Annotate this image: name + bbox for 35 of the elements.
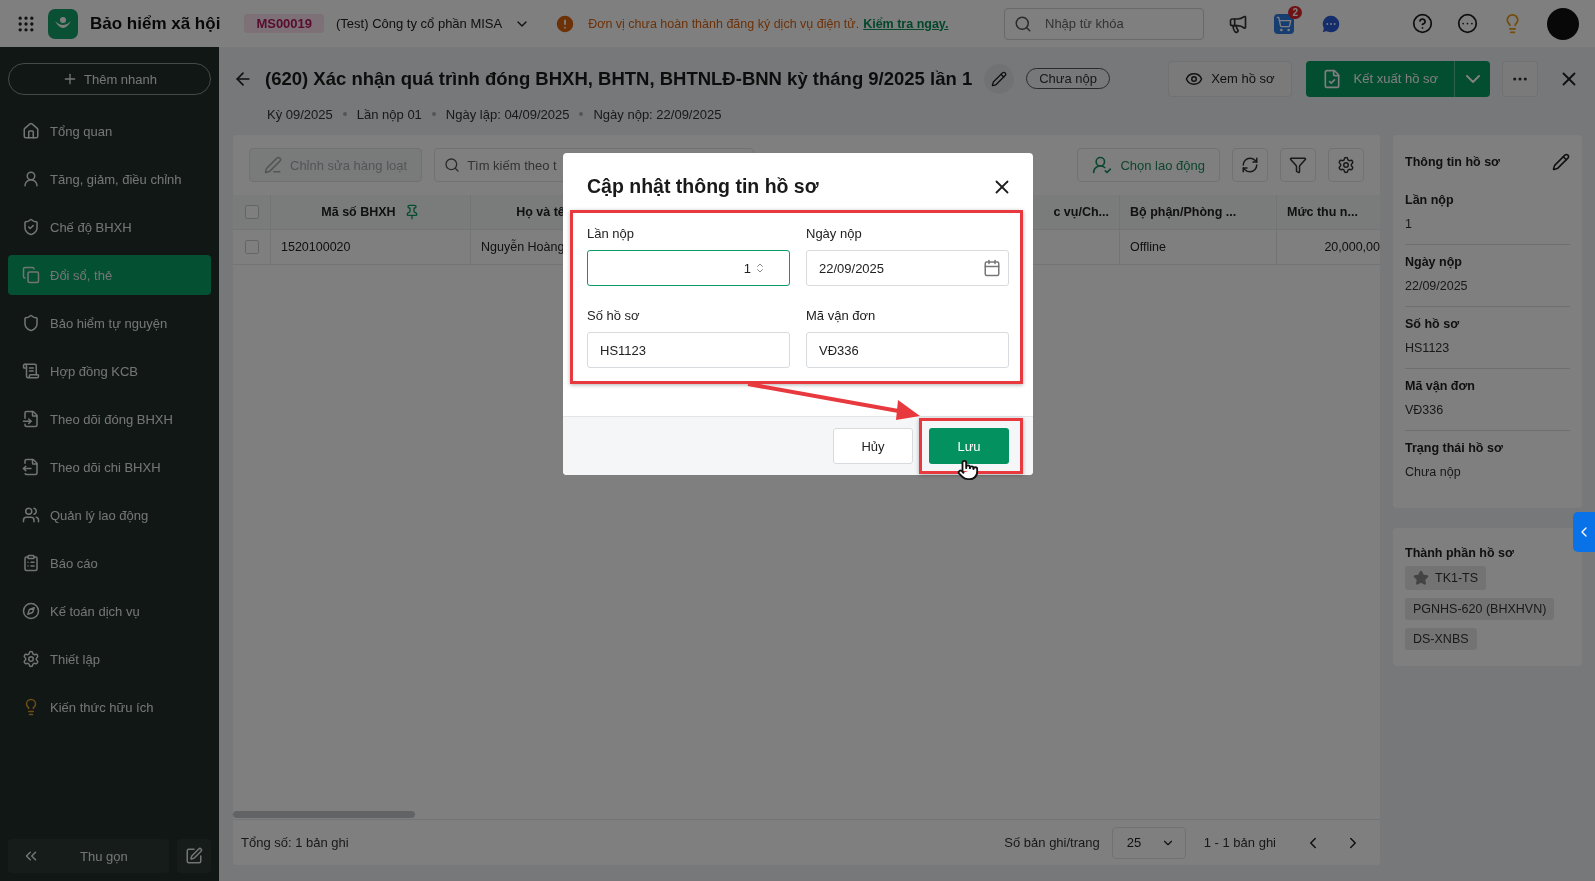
page-size-label: Số bản ghi/trang [1004, 835, 1100, 850]
meta-text: Kỳ 09/2025 [267, 106, 333, 122]
column-header: Mã số BHXH [321, 205, 396, 219]
page-title: (620) Xác nhận quá trình đóng BHXH, BHTN, BHTNLĐ-BNN kỳ tháng 9/2025 lần 1 [265, 67, 973, 90]
total-text: Tổng số: 1 bản ghi [241, 835, 349, 850]
info-label: Lần nộp [1405, 193, 1455, 207]
info-label: Ngày nộp [1405, 255, 1463, 269]
app-title: Bảo hiểm xã hội [90, 13, 221, 34]
meta-text: Ngày lập: 04/09/2025 [445, 106, 570, 122]
meta-text: Lần nộp 01 [356, 106, 422, 122]
column-header: Bộ phận/Phòng ... [1130, 205, 1237, 219]
field-label: Số hồ sơ [587, 308, 641, 323]
info-value: 22/09/2025 [1405, 279, 1469, 293]
column-header: c vụ/Ch... [1053, 205, 1109, 219]
info-value: 1 [1405, 217, 1413, 231]
info-label: Trạng thái hồ sơ [1405, 441, 1504, 455]
field-label: Mã vận đơn [806, 308, 877, 323]
field-label: Ngày nộp [806, 226, 863, 241]
meta-text: Ngày nộp: 22/09/2025 [593, 106, 722, 122]
panel-title: Thông tin hồ sơ [1405, 155, 1500, 169]
cart-badge: 2 [1288, 5, 1302, 19]
info-label: Số hồ sơ [1405, 317, 1461, 331]
column-header: Mức thu n... [1287, 205, 1358, 219]
notice-text: Đơn vị chưa hoàn thành đăng ký dịch vụ điện tử. [588, 16, 860, 31]
panel-title: Thành phần hồ sơ [1405, 546, 1515, 560]
table-cell: Offline [1130, 240, 1166, 254]
field-label: Lần nộp [587, 226, 635, 241]
info-label: Mã vận đơn [1405, 379, 1476, 393]
range-text: 1 - 1 bản ghi [1203, 835, 1276, 850]
table-cell: 1520100020 [281, 240, 351, 254]
company-code: MS00019 [244, 14, 325, 33]
info-value: HS1123 [1405, 341, 1451, 355]
info-value: Chưa nộp [1405, 465, 1462, 479]
table-cell: 20,000,00 [1324, 240, 1380, 254]
info-value: VĐ336 [1405, 403, 1445, 417]
